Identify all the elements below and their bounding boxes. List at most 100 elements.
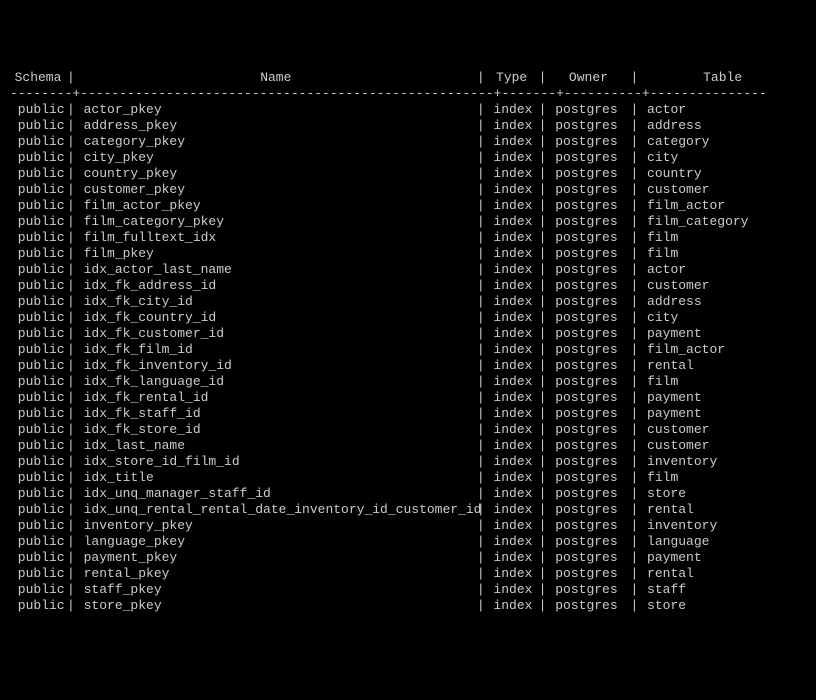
cell-name: idx_fk_rental_id xyxy=(76,390,476,406)
column-separator: | xyxy=(629,550,639,566)
cell-type: index xyxy=(486,582,538,598)
column-separator: | xyxy=(66,390,76,406)
column-separator: | xyxy=(476,182,486,198)
column-separator: | xyxy=(538,550,548,566)
column-separator: | xyxy=(476,486,486,502)
cell-schema: public xyxy=(10,294,66,310)
column-separator: | xyxy=(66,422,76,438)
column-separator: | xyxy=(476,454,486,470)
column-separator: | xyxy=(538,166,548,182)
column-separator: | xyxy=(66,166,76,182)
cell-table: customer xyxy=(639,422,806,438)
column-separator: | xyxy=(476,534,486,550)
cell-table: store xyxy=(639,598,806,614)
cell-name: staff_pkey xyxy=(76,582,476,598)
column-separator: | xyxy=(538,422,548,438)
cell-owner: postgres xyxy=(547,390,629,406)
cell-schema: public xyxy=(10,518,66,534)
table-row: public| idx_fk_staff_id| index| postgres… xyxy=(10,406,806,422)
cell-table: rental xyxy=(639,566,806,582)
cell-schema: public xyxy=(10,262,66,278)
cell-schema: public xyxy=(10,326,66,342)
column-separator: | xyxy=(629,502,639,518)
column-separator: | xyxy=(538,582,548,598)
table-row: public| actor_pkey| index| postgres| act… xyxy=(10,102,806,118)
cell-type: index xyxy=(486,214,538,230)
cell-table: film_actor xyxy=(639,342,806,358)
column-separator: | xyxy=(66,294,76,310)
cell-name: payment_pkey xyxy=(76,550,476,566)
column-separator: | xyxy=(538,534,548,550)
cell-name: idx_fk_address_id xyxy=(76,278,476,294)
column-separator: | xyxy=(629,214,639,230)
column-separator: | xyxy=(538,502,548,518)
cell-type: index xyxy=(486,374,538,390)
column-separator: | xyxy=(538,598,548,614)
column-separator: | xyxy=(66,246,76,262)
column-separator: | xyxy=(66,214,76,230)
cell-name: idx_fk_store_id xyxy=(76,422,476,438)
cell-table: payment xyxy=(639,406,806,422)
cell-schema: public xyxy=(10,454,66,470)
table-row: public| address_pkey| index| postgres| a… xyxy=(10,118,806,134)
column-separator: | xyxy=(538,182,548,198)
cell-owner: postgres xyxy=(547,182,629,198)
cell-table: customer xyxy=(639,438,806,454)
cell-type: index xyxy=(486,134,538,150)
cell-type: index xyxy=(486,230,538,246)
column-separator: | xyxy=(66,374,76,390)
header-type: Type xyxy=(486,70,538,86)
cell-name: category_pkey xyxy=(76,134,476,150)
column-separator: | xyxy=(538,70,548,86)
cell-schema: public xyxy=(10,566,66,582)
column-separator: | xyxy=(476,438,486,454)
cell-type: index xyxy=(486,406,538,422)
cell-owner: postgres xyxy=(547,230,629,246)
column-separator: | xyxy=(66,470,76,486)
column-separator: | xyxy=(66,134,76,150)
cell-table: customer xyxy=(639,278,806,294)
cell-name: inventory_pkey xyxy=(76,518,476,534)
cell-schema: public xyxy=(10,406,66,422)
column-separator: | xyxy=(629,390,639,406)
cell-table: city xyxy=(639,310,806,326)
cell-table: rental xyxy=(639,358,806,374)
psql-index-list: Schema|Name|Type|Owner|Table--------+---… xyxy=(10,70,806,614)
column-separator: | xyxy=(66,598,76,614)
column-separator: | xyxy=(629,310,639,326)
column-separator: | xyxy=(538,406,548,422)
cell-name: idx_fk_film_id xyxy=(76,342,476,358)
cell-table: rental xyxy=(639,502,806,518)
column-separator: | xyxy=(476,102,486,118)
column-separator: | xyxy=(476,582,486,598)
column-separator: | xyxy=(629,470,639,486)
cell-owner: postgres xyxy=(547,534,629,550)
column-separator: | xyxy=(629,150,639,166)
cell-schema: public xyxy=(10,118,66,134)
table-row: public| idx_unq_manager_staff_id| index|… xyxy=(10,486,806,502)
column-separator: | xyxy=(538,566,548,582)
column-separator: | xyxy=(66,102,76,118)
cell-table: film xyxy=(639,470,806,486)
cell-table: inventory xyxy=(639,454,806,470)
table-row: public| customer_pkey| index| postgres| … xyxy=(10,182,806,198)
header-table: Table xyxy=(639,70,806,86)
cell-owner: postgres xyxy=(547,358,629,374)
column-separator: | xyxy=(629,134,639,150)
cell-owner: postgres xyxy=(547,294,629,310)
cell-owner: postgres xyxy=(547,134,629,150)
column-separator: | xyxy=(66,518,76,534)
cell-name: customer_pkey xyxy=(76,182,476,198)
cell-table: film xyxy=(639,246,806,262)
cell-type: index xyxy=(486,438,538,454)
column-separator: | xyxy=(476,518,486,534)
column-separator: | xyxy=(476,294,486,310)
column-separator: | xyxy=(538,198,548,214)
cell-name: idx_last_name xyxy=(76,438,476,454)
column-separator: | xyxy=(66,566,76,582)
column-separator: | xyxy=(66,486,76,502)
cell-owner: postgres xyxy=(547,150,629,166)
column-separator: | xyxy=(538,374,548,390)
column-separator: | xyxy=(629,246,639,262)
cell-name: rental_pkey xyxy=(76,566,476,582)
